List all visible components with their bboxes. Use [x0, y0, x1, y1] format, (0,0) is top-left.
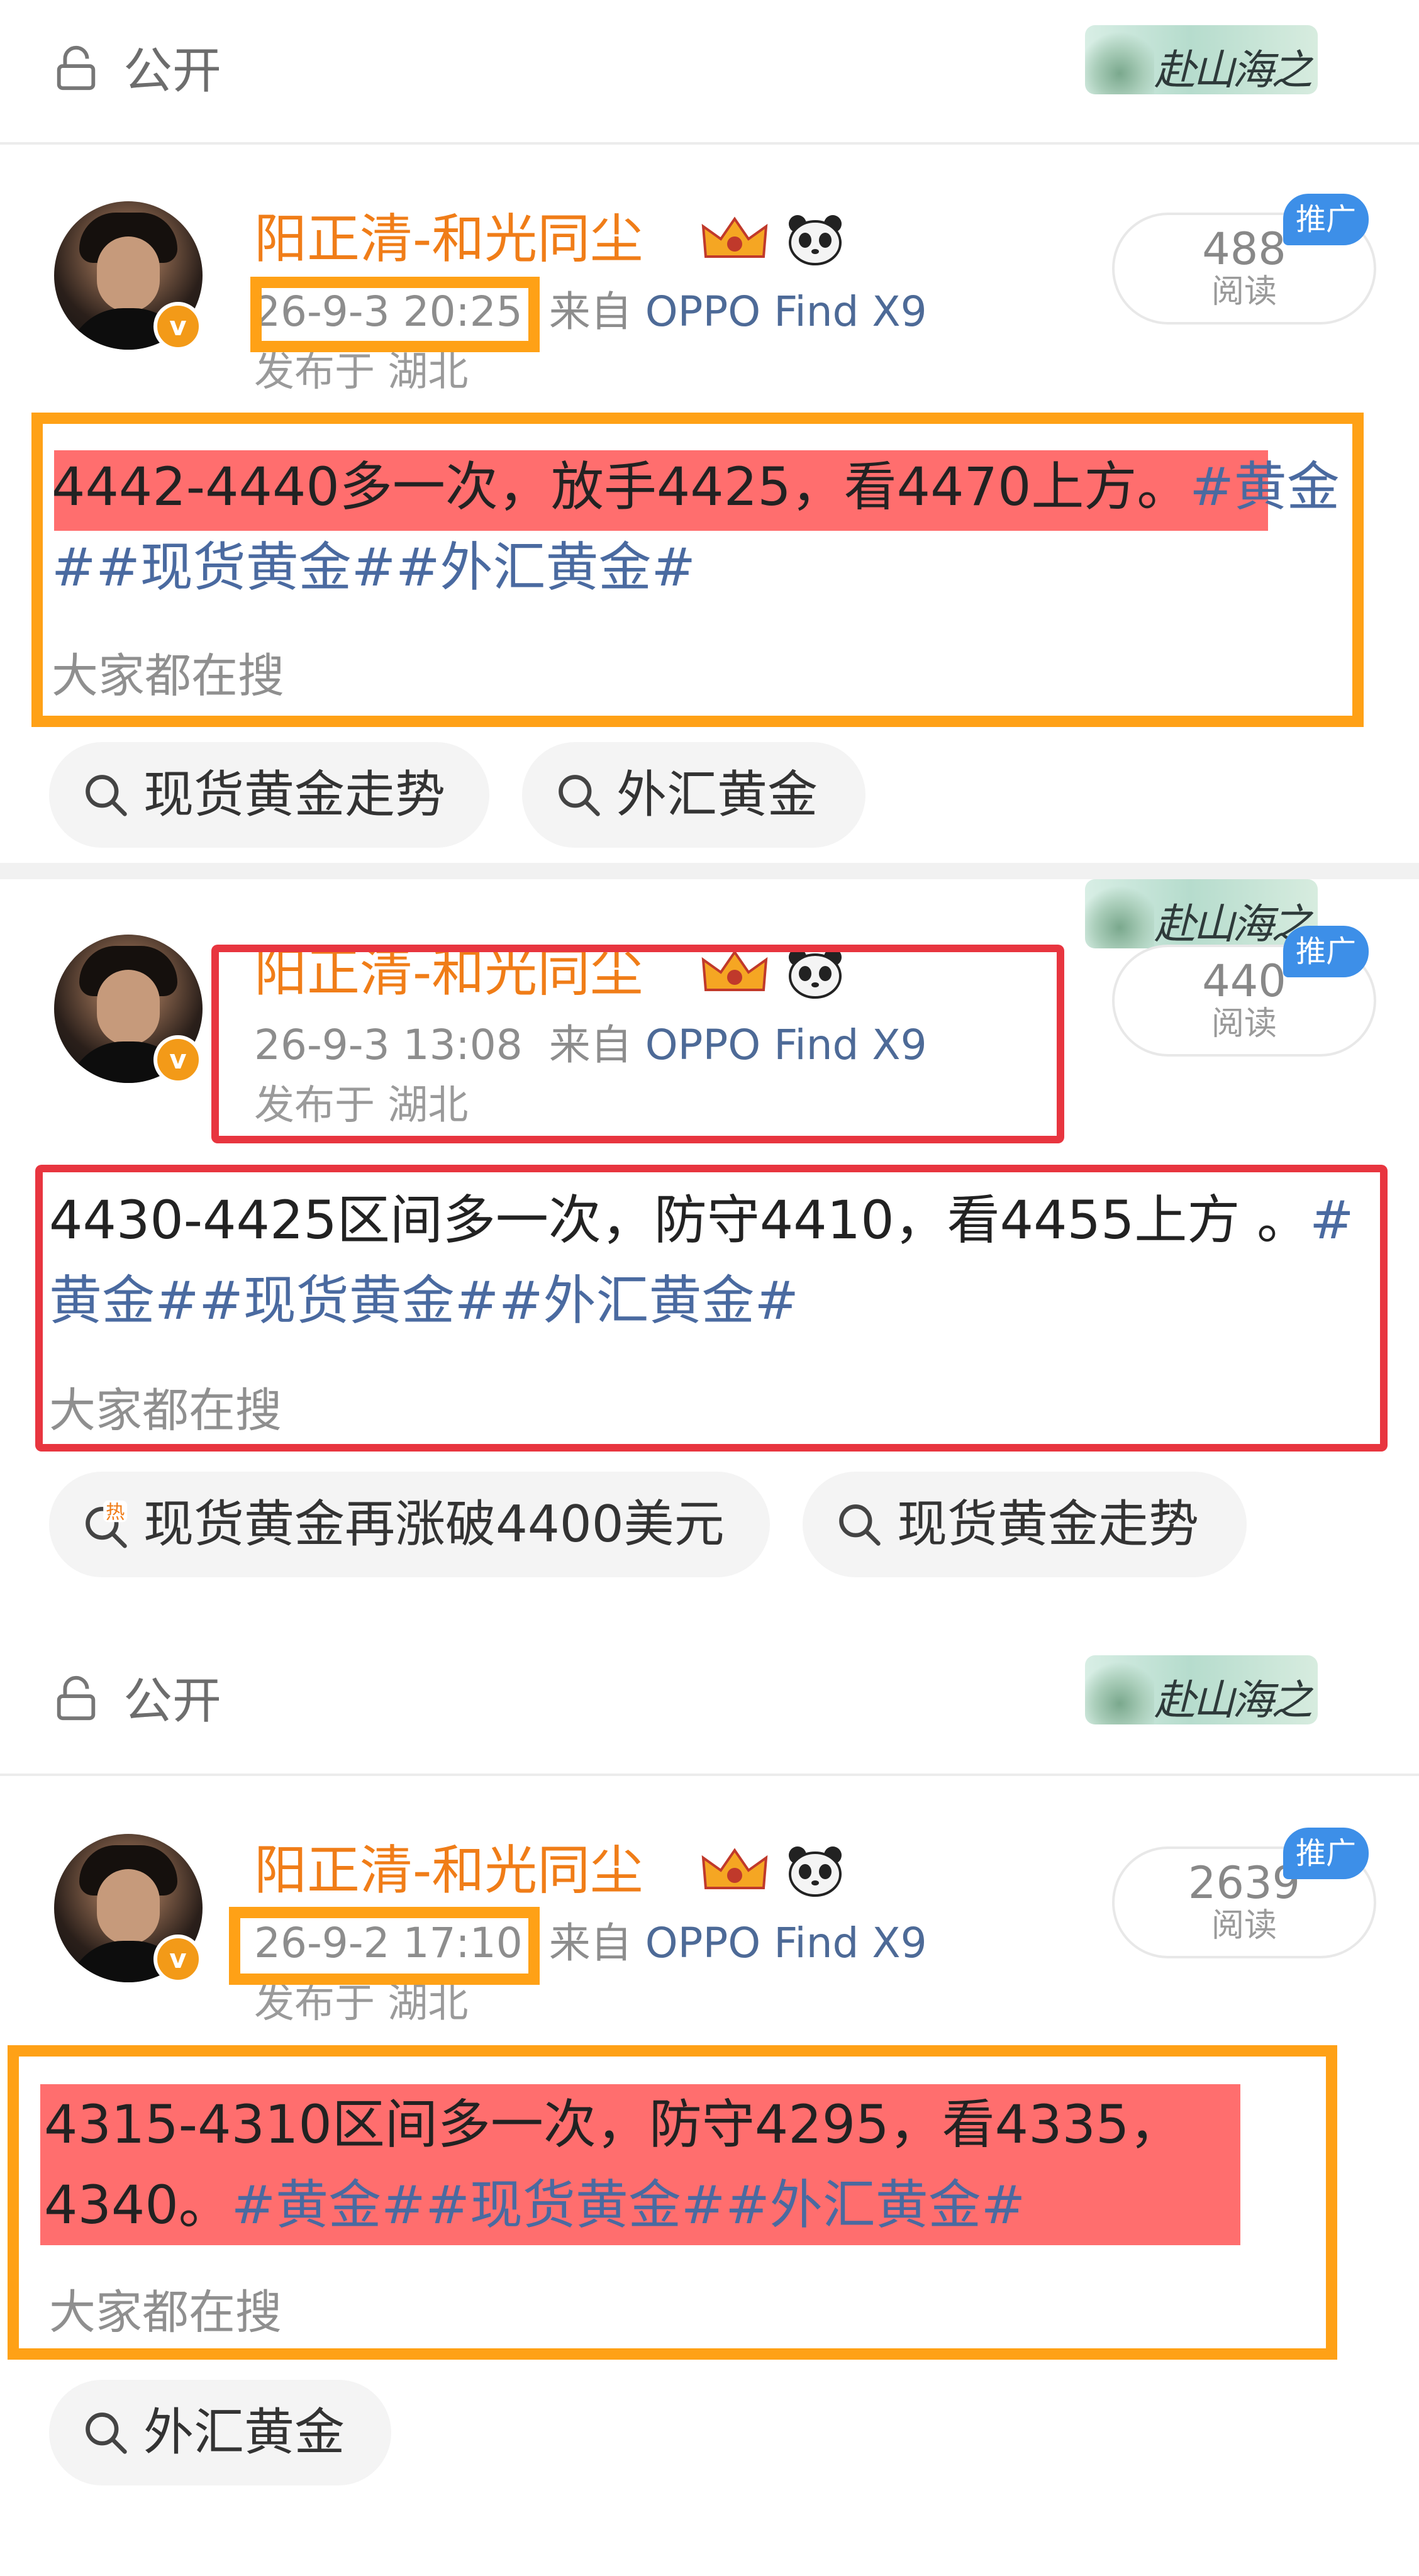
event-banner-badge[interactable]: 赴山海之约 [1085, 1655, 1318, 1724]
lock-icon [57, 45, 96, 91]
post-location: 发布于 湖北 [254, 349, 469, 396]
post-card-1: v 阳正清-和光同尘 26-9-3 20:25 来自 OPPO Find X9 … [0, 145, 1419, 862]
svg-text:热: 热 [106, 1502, 125, 1524]
search-caption: 大家都在搜 [49, 1384, 282, 1438]
event-banner-badge[interactable]: 赴山海之约 [1085, 25, 1318, 94]
verified-badge-icon: v [153, 302, 203, 351]
search-caption: 大家都在搜 [52, 649, 284, 703]
time-highlight-box [250, 277, 540, 352]
search-icon [86, 2412, 127, 2454]
visibility-label[interactable]: 公开 [123, 1673, 221, 1729]
search-chip[interactable]: 热 现货黄金再涨破4400美元 [49, 1472, 770, 1577]
verified-badge-icon: v [153, 1935, 203, 1984]
author-name[interactable]: 阳正清-和光同尘 [254, 208, 643, 270]
crown-icon [701, 216, 768, 258]
panda-icon [789, 1846, 842, 1897]
hashtags[interactable]: #黄金##现货黄金##外汇黄金# [231, 2174, 1025, 2236]
hot-search-icon: 热 [86, 1501, 128, 1548]
search-icon [559, 775, 600, 816]
author-name[interactable]: 阳正清-和光同尘 [254, 1839, 643, 1902]
post-card-3: v 阳正清-和光同尘 26-9-2 17:10 来自 OPPO Find X9 … [0, 1776, 1419, 2576]
search-chip[interactable]: 现货黄金走势 [803, 1472, 1247, 1577]
promote-badge[interactable]: 推广 [1283, 194, 1369, 245]
post-location: 发布于 湖北 [254, 1980, 469, 2027]
header-highlight-box [211, 945, 1064, 1143]
post-content: 4442-4440多一次，放手4425，看4470上方。#黄金##现货黄金##外… [52, 456, 1340, 598]
visibility-label[interactable]: 公开 [123, 43, 221, 99]
visibility-bar: 公开 赴山海之约 [0, 0, 1419, 143]
device-link: OPPO Find X9 [645, 1919, 927, 1967]
search-icon [86, 775, 127, 816]
search-chip[interactable]: 现货黄金走势 [49, 742, 489, 848]
post-content: 4315-4310区间多一次，防守4295，看4335，4340。#黄金##现货… [44, 2094, 1182, 2236]
crown-icon [701, 1848, 768, 1889]
lock-icon [57, 1675, 96, 1721]
time-highlight-box [229, 1907, 540, 1985]
search-chip[interactable]: 外汇黄金 [49, 2380, 391, 2485]
event-banner-badge[interactable]: 赴山海之约 [1085, 879, 1318, 948]
search-caption: 大家都在搜 [49, 2285, 282, 2340]
search-chip[interactable]: 外汇黄金 [522, 742, 865, 848]
verified-badge-icon: v [153, 1035, 203, 1084]
promote-badge[interactable]: 推广 [1283, 926, 1369, 977]
panda-icon [789, 215, 842, 265]
post-content: 4430-4425区间多一次，防守4410，看4455上方 。#黄金##现货黄金… [49, 1189, 1354, 1331]
promote-badge[interactable]: 推广 [1283, 1828, 1369, 1879]
post-card-2: 赴山海之约 v 阳正清-和光同尘 26-9-3 13:08 来自 OPPO Fi… [0, 879, 1419, 1602]
visibility-bar: 公开 赴山海之约 [0, 1630, 1419, 1774]
device-link: OPPO Find X9 [645, 287, 927, 336]
search-icon [839, 1504, 881, 1546]
